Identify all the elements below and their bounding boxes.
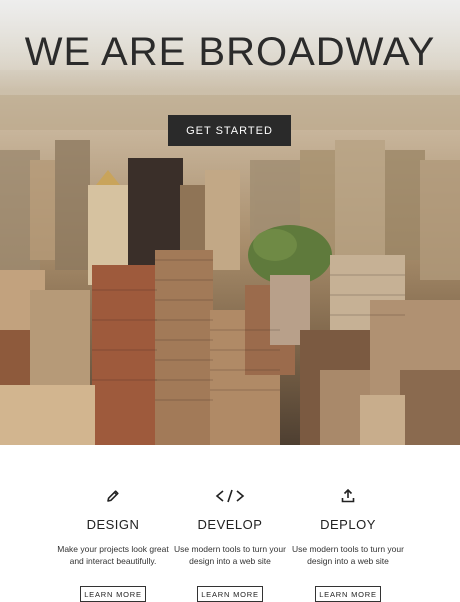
feature-title: DEPLOY [320,517,376,532]
features-section: DESIGN Make your projects look great and… [0,445,460,602]
get-started-button[interactable]: GET STARTED [168,115,291,146]
feature-description: Make your projects look great and intera… [57,544,169,566]
feature-description: Use modern tools to turn your design int… [174,544,286,566]
upload-icon [333,485,363,507]
hero-section: WE ARE BROADWAY GET STARTED [0,0,460,445]
hero-title: WE ARE BROADWAY [24,30,436,74]
pencil-icon [98,485,128,507]
code-icon [215,485,245,507]
feature-description: Use modern tools to turn your design int… [292,544,404,566]
feature-title: DESIGN [86,517,140,532]
feature-title: DEVELOP [197,517,263,532]
